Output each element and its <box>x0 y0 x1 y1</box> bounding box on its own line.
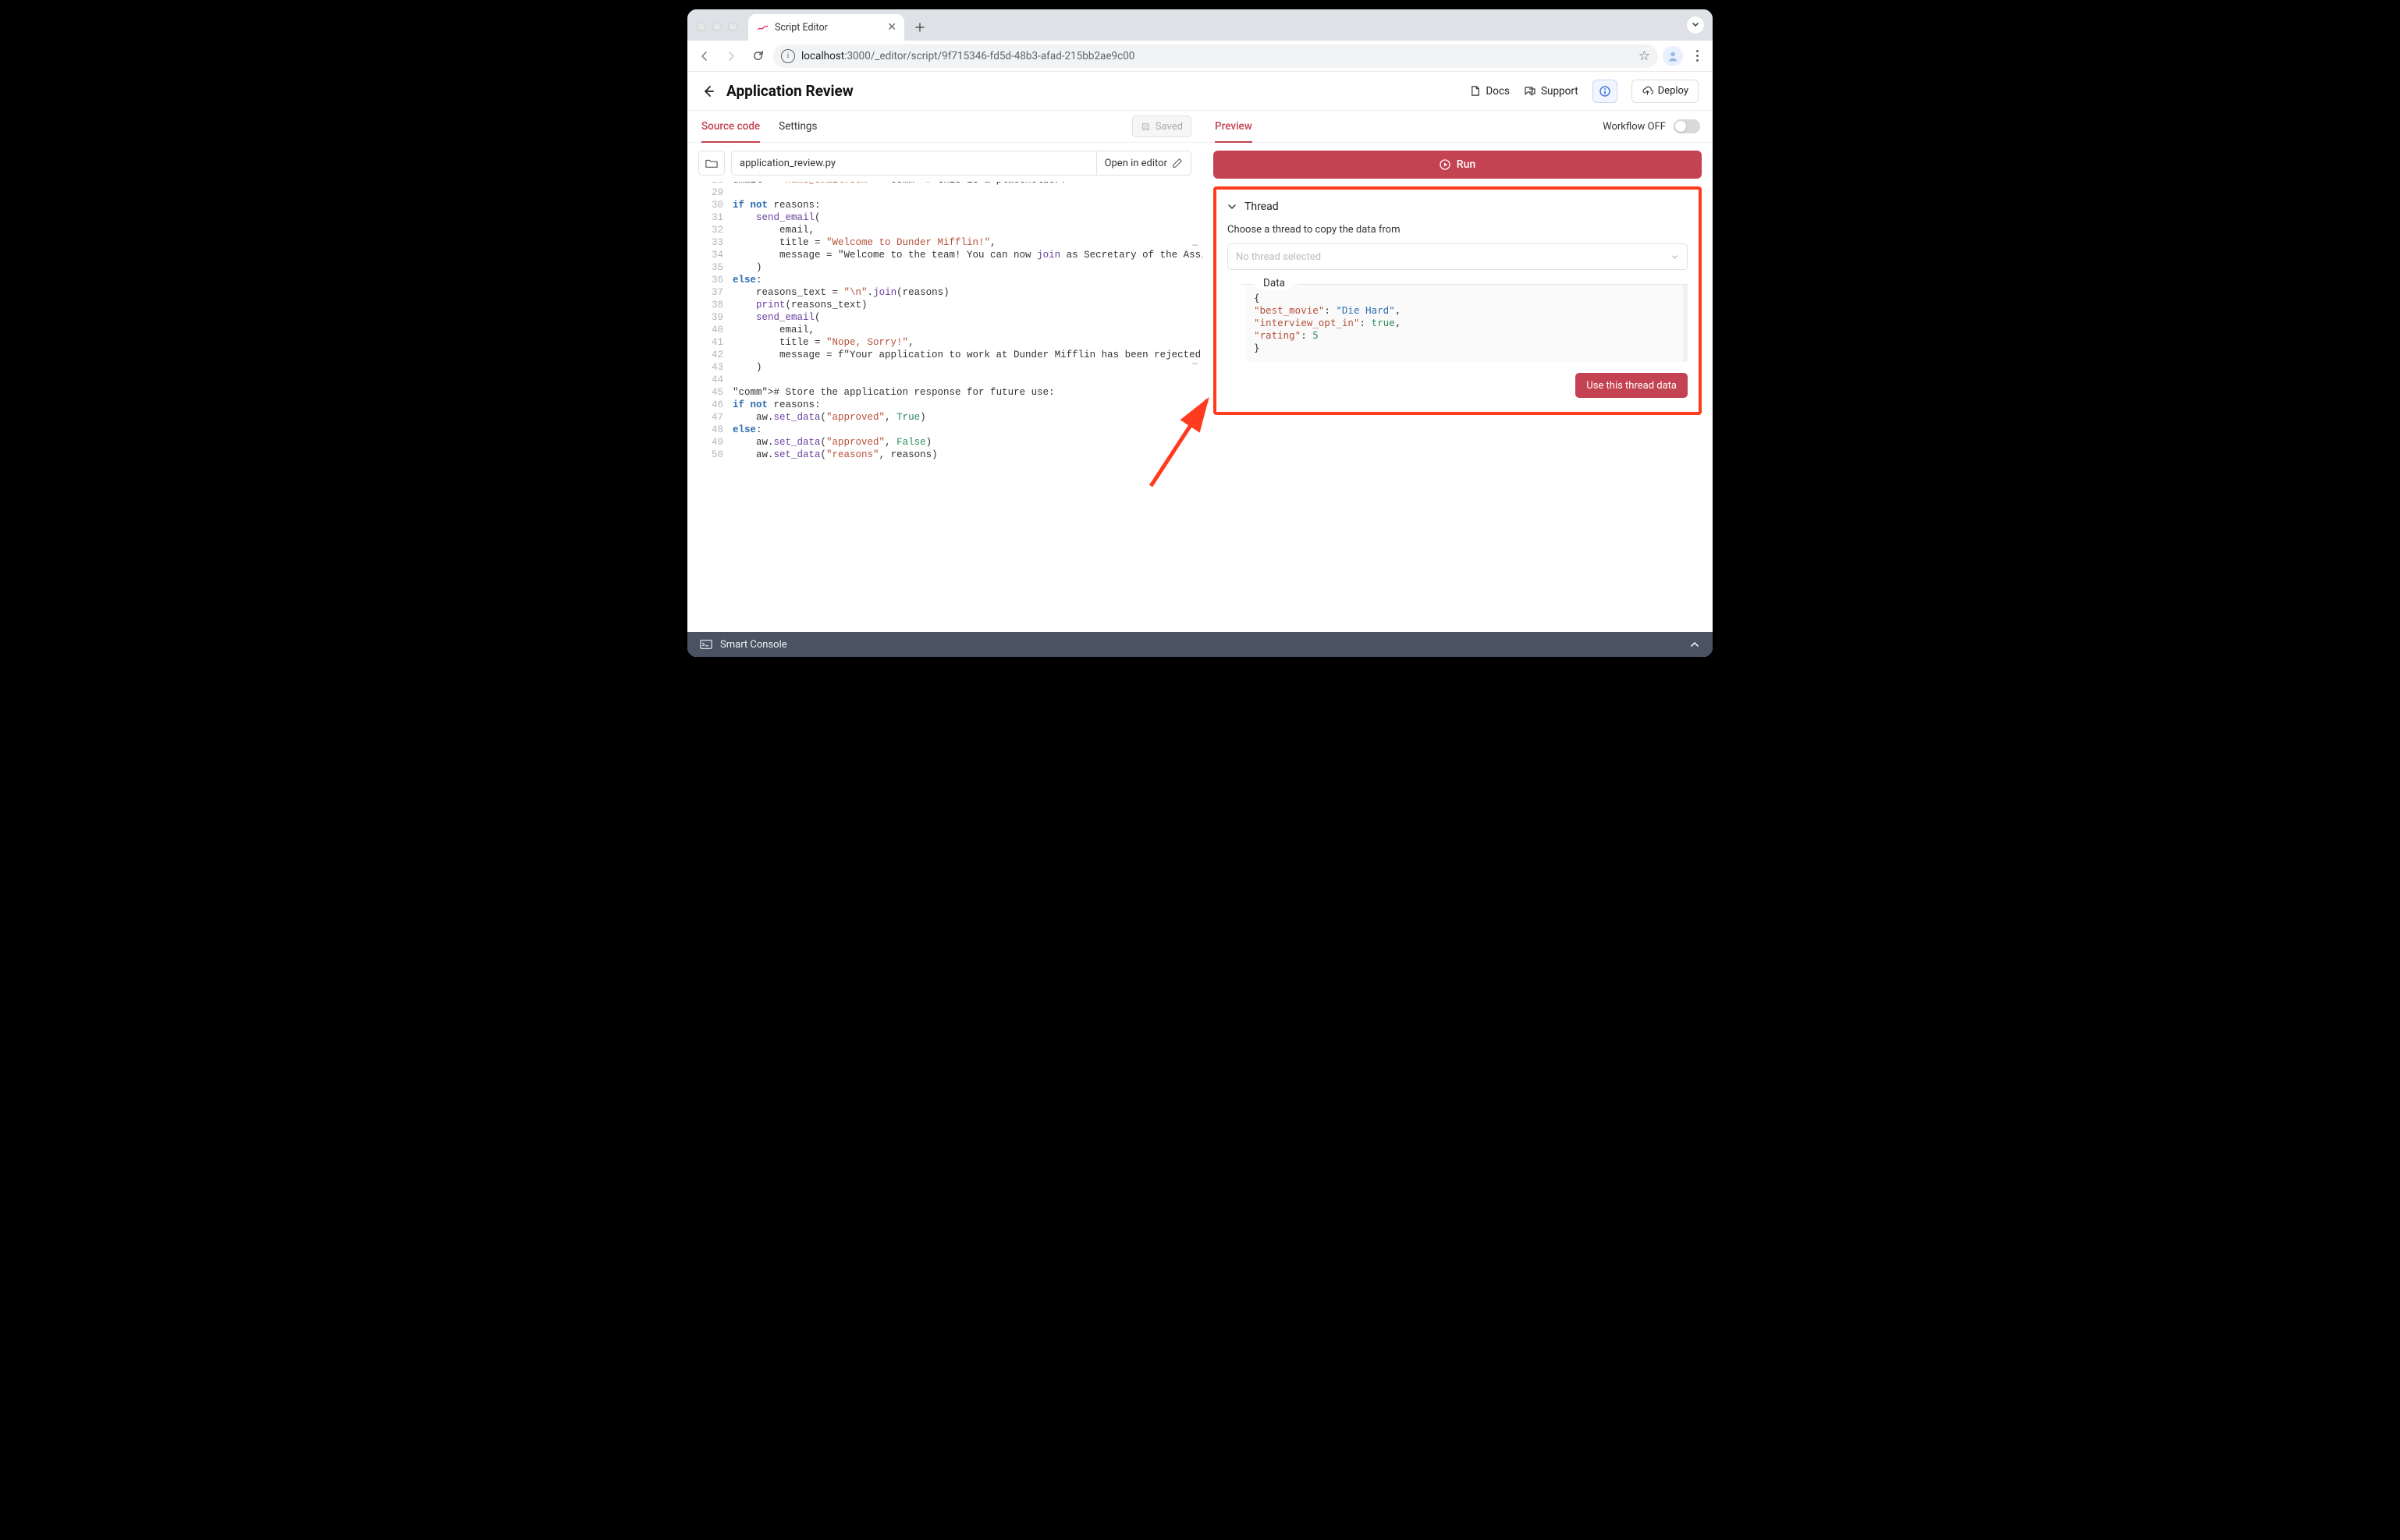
data-legend: Data <box>1257 277 1291 289</box>
tab-settings[interactable]: Settings <box>779 111 817 142</box>
traffic-minimize[interactable] <box>712 22 722 31</box>
file-path-box: application_review.py Open in editor <box>731 151 1191 176</box>
thread-instruction: Choose a thread to copy the data from <box>1227 224 1688 236</box>
url-input[interactable]: i localhost:3000/_editor/script/9f715346… <box>773 44 1658 68</box>
info-icon <box>1599 85 1611 98</box>
chevron-down-icon <box>1227 202 1237 211</box>
nav-back-icon[interactable] <box>694 45 715 67</box>
thread-header[interactable]: Thread <box>1227 200 1688 213</box>
file-name[interactable]: application_review.py <box>732 158 1096 169</box>
tab-title: Script Editor <box>775 22 828 34</box>
code-lines: email = "name@email.com" "comm"># this i… <box>733 182 1202 461</box>
run-button[interactable]: Run <box>1213 151 1702 179</box>
app-header: Application Review Docs Support Deploy <box>687 72 1713 111</box>
folder-button[interactable] <box>698 151 725 176</box>
footer-console[interactable]: Smart Console <box>687 632 1713 657</box>
code-editor[interactable]: 2829303132333435363738394041424344454647… <box>687 182 1202 632</box>
browser-menu-icon[interactable] <box>1688 50 1706 62</box>
url-text: localhost:3000/_editor/script/9f715346-f… <box>801 50 1134 62</box>
traffic-close[interactable] <box>697 22 706 31</box>
traffic-lights <box>697 22 737 31</box>
play-icon <box>1440 159 1450 170</box>
tab-source-code[interactable]: Source code <box>701 111 760 142</box>
folder-icon <box>705 158 718 169</box>
thread-panel-highlight: Thread Choose a thread to copy the data … <box>1213 186 1702 415</box>
page-title: Application Review <box>726 82 854 100</box>
chat-icon <box>1524 85 1536 98</box>
app-back-icon[interactable] <box>701 84 715 98</box>
left-pane: application_review.py Open in editor 282… <box>687 143 1202 632</box>
traffic-zoom[interactable] <box>728 22 737 31</box>
open-in-editor-button[interactable]: Open in editor <box>1096 151 1191 175</box>
new-tab-button[interactable] <box>909 16 931 38</box>
nav-reload-icon[interactable] <box>747 45 769 67</box>
right-pane: Run Thread Choose a thread to copy the d… <box>1202 143 1713 632</box>
code-fold-icon[interactable]: — <box>1192 358 1198 371</box>
info-button[interactable] <box>1592 80 1617 103</box>
saved-indicator: Saved <box>1132 115 1191 137</box>
tab-preview[interactable]: Preview <box>1215 111 1252 142</box>
nav-forward-icon[interactable] <box>720 45 742 67</box>
main-split: application_review.py Open in editor 282… <box>687 143 1713 632</box>
sub-tabs-row: Source code Settings Saved Preview Workf… <box>687 111 1713 143</box>
tab-favicon <box>756 21 769 34</box>
save-icon <box>1141 122 1151 132</box>
cloud-upload-icon <box>1642 85 1653 97</box>
deploy-button[interactable]: Deploy <box>1631 80 1699 103</box>
thread-select[interactable]: No thread selected <box>1227 243 1688 270</box>
line-gutter: 2829303132333435363738394041424344454647… <box>687 182 731 461</box>
browser-window: Script Editor ✕ i localhost:3000/_editor… <box>687 9 1713 657</box>
workflow-toggle-label: Workflow OFF <box>1603 119 1700 133</box>
chevron-up-icon[interactable] <box>1689 639 1700 650</box>
data-fieldset: Data { "best_movie": "Die Hard", "interv… <box>1246 284 1688 362</box>
site-info-icon[interactable]: i <box>781 49 795 63</box>
browser-tab-active[interactable]: Script Editor ✕ <box>748 14 904 41</box>
use-thread-data-button[interactable]: Use this thread data <box>1575 373 1688 398</box>
thread-data-json: { "best_movie": "Die Hard", "interview_o… <box>1246 284 1688 362</box>
profile-avatar-icon[interactable] <box>1663 46 1683 66</box>
docs-link[interactable]: Docs <box>1469 85 1510 98</box>
file-row: application_review.py Open in editor <box>687 143 1202 182</box>
workflow-toggle[interactable] <box>1674 119 1700 133</box>
code-fold-icon[interactable]: — <box>1192 240 1198 252</box>
chevron-down-icon <box>1670 253 1679 261</box>
file-icon <box>1469 85 1481 97</box>
browser-tabbar: Script Editor ✕ <box>687 9 1713 41</box>
pencil-icon <box>1172 158 1183 169</box>
bookmark-star-icon[interactable]: ☆ <box>1638 48 1650 64</box>
terminal-icon <box>700 639 712 650</box>
tab-close-icon[interactable]: ✕ <box>887 21 896 34</box>
browser-toolbar: i localhost:3000/_editor/script/9f715346… <box>687 41 1713 72</box>
support-link[interactable]: Support <box>1524 85 1578 98</box>
footer-label: Smart Console <box>720 639 787 651</box>
tab-dropdown-icon[interactable] <box>1686 16 1705 34</box>
